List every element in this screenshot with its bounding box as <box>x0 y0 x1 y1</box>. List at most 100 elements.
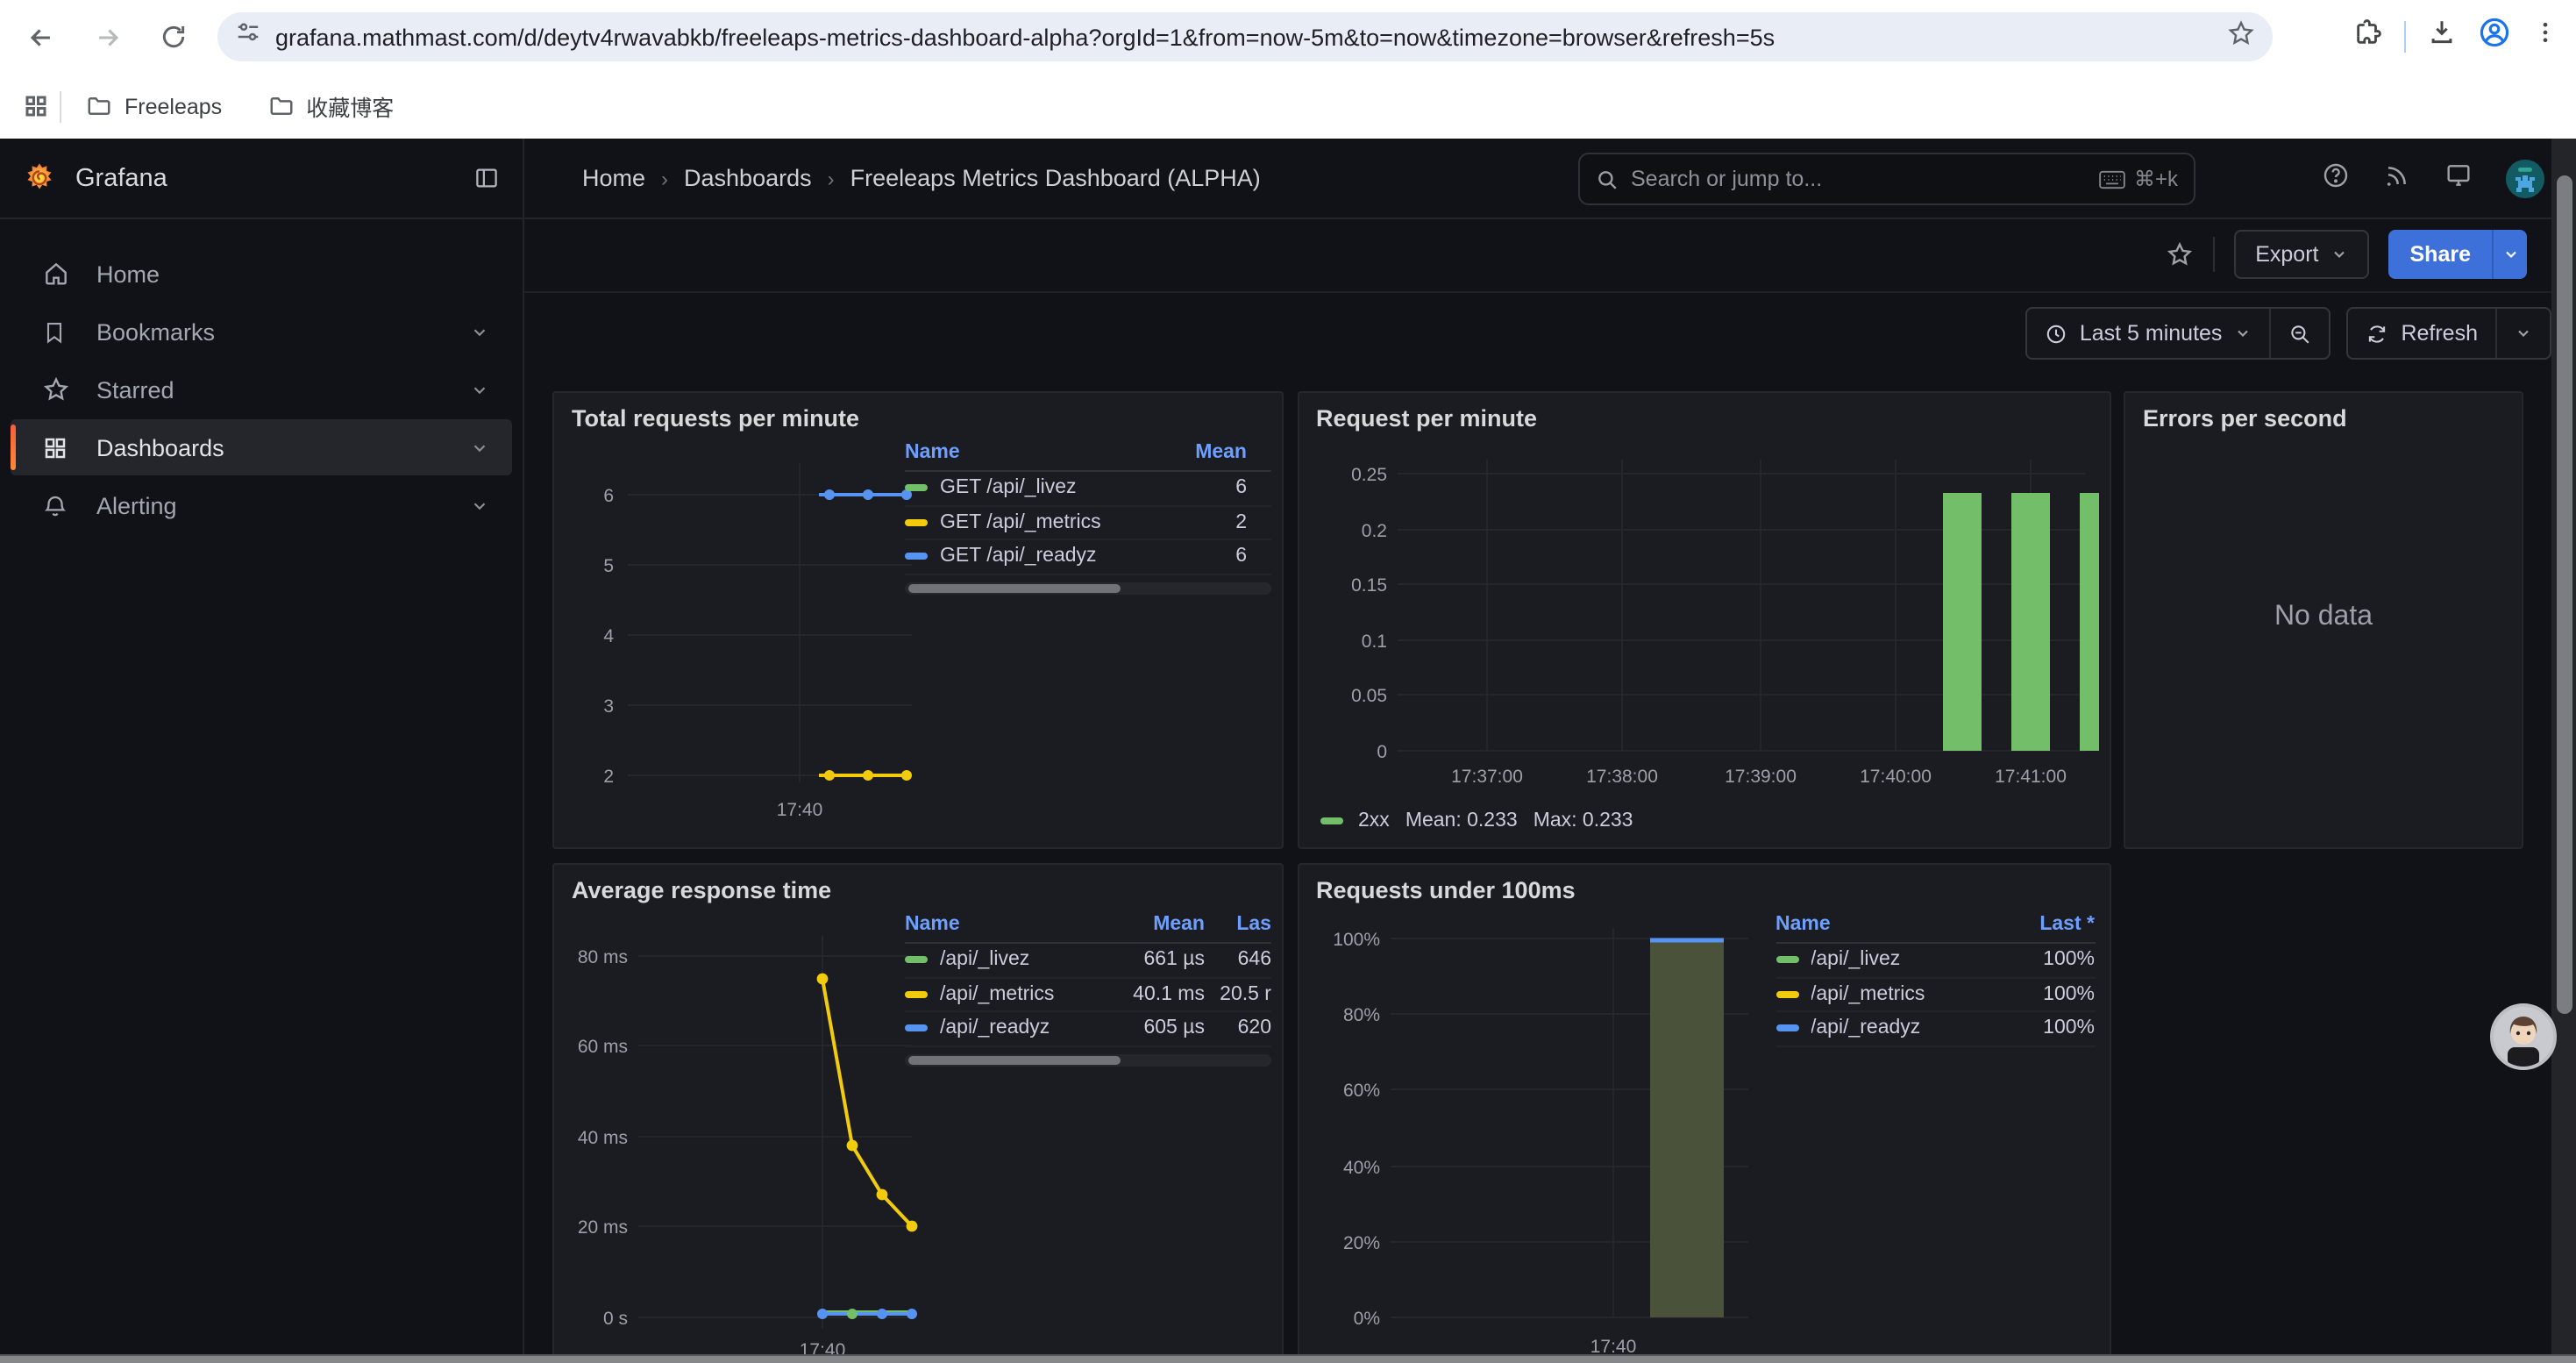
bookmark-folder-blogs[interactable]: 收藏博客 <box>267 89 394 123</box>
sidebar-item-home[interactable]: Home <box>11 246 512 302</box>
bookmark-folder-freeleaps[interactable]: Freeleaps <box>86 93 222 119</box>
legend-header: Name Mean <box>905 439 1271 472</box>
share-menu-button[interactable] <box>2492 230 2527 279</box>
series-mean: 6 <box>1194 546 1271 567</box>
legend-row[interactable]: /api/_livez 661 µs 646 <box>905 944 1271 978</box>
search-input[interactable] <box>1631 167 2099 191</box>
breadcrumb-dashboards[interactable]: Dashboards <box>684 165 812 191</box>
sidebar-item-alerting[interactable]: Alerting <box>11 477 512 533</box>
series-mean: 661 µs <box>1096 950 1205 971</box>
series-mean: 6 <box>1194 478 1271 499</box>
bookmarks-divider <box>60 90 61 122</box>
panel-average-response-time: Average response time 80 ms 60 ms 40 ms … <box>552 863 1284 1363</box>
legend-col-name[interactable]: Name <box>1775 914 2010 935</box>
sidebar-toggle-icon[interactable] <box>473 165 500 191</box>
clock-icon <box>2045 322 2067 345</box>
profile-icon[interactable] <box>2478 16 2511 58</box>
site-settings-icon[interactable] <box>235 19 261 54</box>
panel5-chart[interactable]: 100% 80% 60% 40% 20% 0% 17:40 <box>1313 910 1761 1363</box>
sidebar-item-starred[interactable]: Starred <box>11 361 512 417</box>
search-box[interactable]: ⌘+k <box>1578 153 2195 205</box>
url-text[interactable]: grafana.mathmast.com/d/deytv4rwavabkb/fr… <box>275 24 2227 50</box>
bookmark-icon <box>42 318 70 345</box>
favorite-star-icon[interactable] <box>2166 240 2194 268</box>
back-icon[interactable] <box>18 14 63 60</box>
legend-col-last[interactable]: Last * <box>2010 914 2095 935</box>
zoom-out-button[interactable] <box>2269 309 2329 358</box>
downloads-icon[interactable] <box>2427 18 2457 56</box>
chevron-down-icon <box>2331 246 2349 263</box>
panel4-legend: Name Mean Las /api/_livez 661 µs 646 /ap… <box>905 910 1271 1066</box>
reload-icon[interactable] <box>151 14 196 60</box>
legend-col-last[interactable]: Las <box>1205 914 1271 935</box>
breadcrumb: Home › Dashboards › Freeleaps Metrics Da… <box>582 165 1261 191</box>
chevron-down-icon[interactable] <box>470 380 489 399</box>
panel-title[interactable]: Request per minute <box>1316 405 1537 432</box>
panel1-chart[interactable]: 6 5 4 3 2 17:40 <box>568 439 919 838</box>
panel2-legend[interactable]: 2xx Mean: 0.233 Max: 0.233 <box>1320 810 1633 831</box>
grafana-header: Grafana Home › Dashboards › Freeleaps Me… <box>0 139 2576 219</box>
news-rss-icon[interactable] <box>2383 161 2411 197</box>
legend-row[interactable]: /api/_metrics 100% <box>1775 978 2095 1012</box>
legend-col-mean[interactable]: Mean <box>1194 442 1271 463</box>
series-name: /api/_livez <box>1811 950 2010 971</box>
series-name: GET /api/_metrics <box>940 512 1194 533</box>
window-bottom-scrollbar[interactable] <box>0 1354 2576 1363</box>
chevron-down-icon[interactable] <box>470 438 489 457</box>
sidebar-item-dashboards[interactable]: Dashboards <box>11 419 512 475</box>
series-max: Max: 0.233 <box>1534 810 1633 831</box>
legend-row[interactable]: GET /api/_livez 6 <box>905 472 1271 506</box>
grafana-logo[interactable] <box>23 161 56 195</box>
legend-row[interactable]: /api/_readyz 605 µs 620 <box>905 1012 1271 1046</box>
svg-text:17:37:00: 17:37:00 <box>1450 767 1522 787</box>
user-avatar[interactable] <box>2506 160 2544 198</box>
share-button[interactable]: Share <box>2389 230 2493 279</box>
panel1-legend: Name Mean GET /api/_livez 6 GET /api/_me… <box>905 439 1271 594</box>
page-scrollbar-thumb[interactable] <box>2556 175 2572 1014</box>
refresh-interval-button[interactable] <box>2495 309 2550 358</box>
legend-row[interactable]: GET /api/_readyz 6 <box>905 540 1271 574</box>
sidebar-item-bookmarks[interactable]: Bookmarks <box>11 303 512 360</box>
bookmark-star-icon[interactable] <box>2227 18 2255 55</box>
browser-menu-icon[interactable] <box>2532 19 2558 54</box>
panel2-chart[interactable]: 0.25 0.2 0.15 0.1 0.05 0 17:37:00 17:38:… <box>1313 439 2098 789</box>
legend-col-name[interactable]: Name <box>905 914 1096 935</box>
panel-request-per-minute: Request per minute 0.25 0.2 0.15 0.1 0.0… <box>1297 391 2110 849</box>
series-last: 20.5 r <box>1205 984 1271 1005</box>
legend-row[interactable]: /api/_metrics 40.1 ms 20.5 r <box>905 978 1271 1012</box>
legend-row[interactable]: /api/_readyz 100% <box>1775 1012 2095 1046</box>
svg-text:0 s: 0 s <box>603 1309 628 1329</box>
legend-row[interactable]: GET /api/_metrics 2 <box>905 506 1271 540</box>
apps-grid-icon[interactable] <box>23 93 49 119</box>
panel-title[interactable]: Total requests per minute <box>572 405 859 432</box>
legend-row[interactable]: /api/_livez 100% <box>1775 944 2095 978</box>
grafana-sidebar: Home Bookmarks Starred Dashboards Alerti… <box>0 219 524 1363</box>
chevron-down-icon[interactable] <box>470 496 489 515</box>
breadcrumb-home[interactable]: Home <box>582 165 645 191</box>
legend-header: Name Mean Las <box>905 910 1271 944</box>
series-name: GET /api/_livez <box>940 478 1194 499</box>
export-button[interactable]: Export <box>2234 230 2369 279</box>
time-range-picker[interactable]: Last 5 minutes <box>2027 309 2270 358</box>
panel-title[interactable]: Errors per second <box>2143 405 2347 432</box>
grafana-logo-zone: Grafana <box>0 138 524 218</box>
floating-assistant-avatar[interactable] <box>2490 1003 2557 1070</box>
extensions-icon[interactable] <box>2353 18 2383 56</box>
legend-col-name[interactable]: Name <box>905 442 1194 463</box>
forward-icon[interactable] <box>84 14 130 60</box>
panel-title[interactable]: Average response time <box>572 877 831 903</box>
time-controls: Last 5 minutes Refresh <box>2025 307 2551 360</box>
chevron-down-icon[interactable] <box>470 322 489 341</box>
search-icon <box>1596 168 1619 190</box>
series-color-pill <box>1775 991 1798 998</box>
legend-scrollbar[interactable] <box>905 1053 1271 1066</box>
panel-title[interactable]: Requests under 100ms <box>1316 877 1576 903</box>
legend-col-mean[interactable]: Mean <box>1096 914 1205 935</box>
panel4-chart[interactable]: 80 ms 60 ms 40 ms 20 ms 0 s 17:40 <box>568 910 919 1363</box>
monitor-icon[interactable] <box>2444 161 2473 197</box>
legend-scrollbar[interactable] <box>905 582 1271 594</box>
refresh-button[interactable]: Refresh <box>2348 309 2495 358</box>
help-icon[interactable] <box>2322 161 2350 197</box>
chevron-down-icon <box>2234 325 2252 342</box>
address-bar[interactable]: grafana.mathmast.com/d/deytv4rwavabkb/fr… <box>217 12 2273 61</box>
